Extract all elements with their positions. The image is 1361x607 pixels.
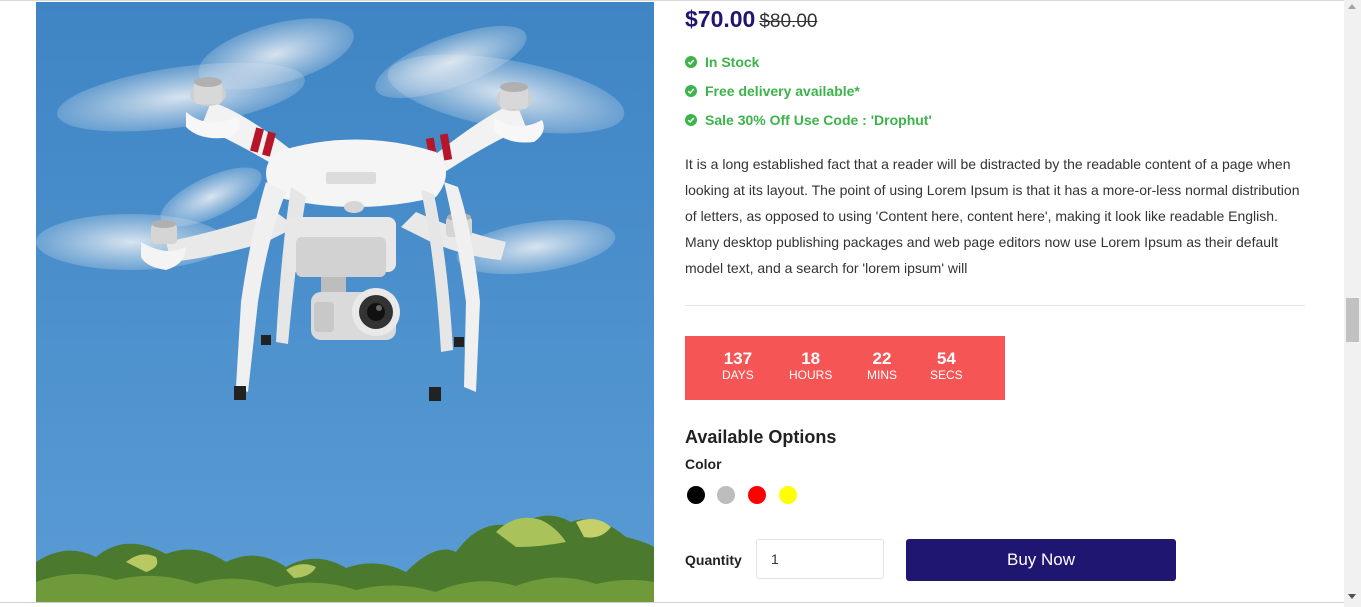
scroll-up-arrow-icon[interactable]	[1348, 4, 1356, 9]
color-swatch-red[interactable]	[748, 486, 766, 504]
color-swatch-black[interactable]	[687, 486, 705, 504]
top-border	[0, 0, 1344, 1]
countdown-days-label: DAYS	[722, 368, 754, 382]
color-swatch-gray[interactable]	[717, 486, 735, 504]
scroll-down-arrow-icon[interactable]	[1348, 594, 1356, 599]
countdown-secs-label: SECS	[930, 368, 963, 382]
old-price: $80.00	[759, 11, 818, 32]
feature-free-delivery: Free delivery available*	[685, 83, 860, 99]
countdown-mins: 22 MINS	[867, 350, 897, 382]
feature-label: Sale 30% Off Use Code : 'Drophut'	[705, 112, 932, 128]
countdown-secs: 54 SECS	[930, 350, 963, 382]
feature-sale-code: Sale 30% Off Use Code : 'Drophut'	[685, 112, 932, 128]
drone-illustration	[36, 18, 654, 602]
buy-now-button[interactable]: Buy Now	[906, 539, 1176, 581]
feature-label: Free delivery available*	[705, 83, 860, 99]
color-swatch-yellow[interactable]	[779, 486, 797, 504]
quantity-input[interactable]	[756, 539, 884, 579]
countdown-timer: 137 DAYS 18 HOURS 22 MINS 54 SECS	[685, 336, 1005, 400]
quantity-label: Quantity	[685, 552, 742, 568]
price-row: $70.00 $80.00	[685, 6, 817, 33]
check-circle-icon	[685, 114, 697, 126]
countdown-hours-label: HOURS	[789, 368, 833, 382]
feature-in-stock: In Stock	[685, 54, 759, 70]
countdown-secs-value: 54	[936, 349, 956, 368]
current-price: $70.00	[685, 6, 756, 32]
countdown-hours: 18 HOURS	[789, 350, 832, 382]
vertical-scrollbar[interactable]	[1344, 0, 1361, 607]
product-description: It is a long established fact that a rea…	[685, 156, 1300, 276]
available-options-heading: Available Options	[685, 427, 837, 447]
color-label: Color	[685, 456, 722, 472]
feature-label: In Stock	[705, 54, 760, 70]
countdown-mins-value: 22	[872, 349, 892, 368]
divider	[685, 305, 1305, 306]
check-circle-icon	[685, 56, 697, 68]
countdown-days-value: 137	[723, 349, 753, 368]
countdown-hours-value: 18	[801, 349, 821, 368]
scrollbar-thumb[interactable]	[1346, 298, 1359, 342]
product-image	[36, 2, 654, 602]
bottom-border	[0, 602, 1344, 603]
check-circle-icon	[685, 85, 697, 97]
countdown-days: 137 DAYS	[722, 350, 754, 382]
countdown-mins-label: MINS	[867, 368, 897, 382]
